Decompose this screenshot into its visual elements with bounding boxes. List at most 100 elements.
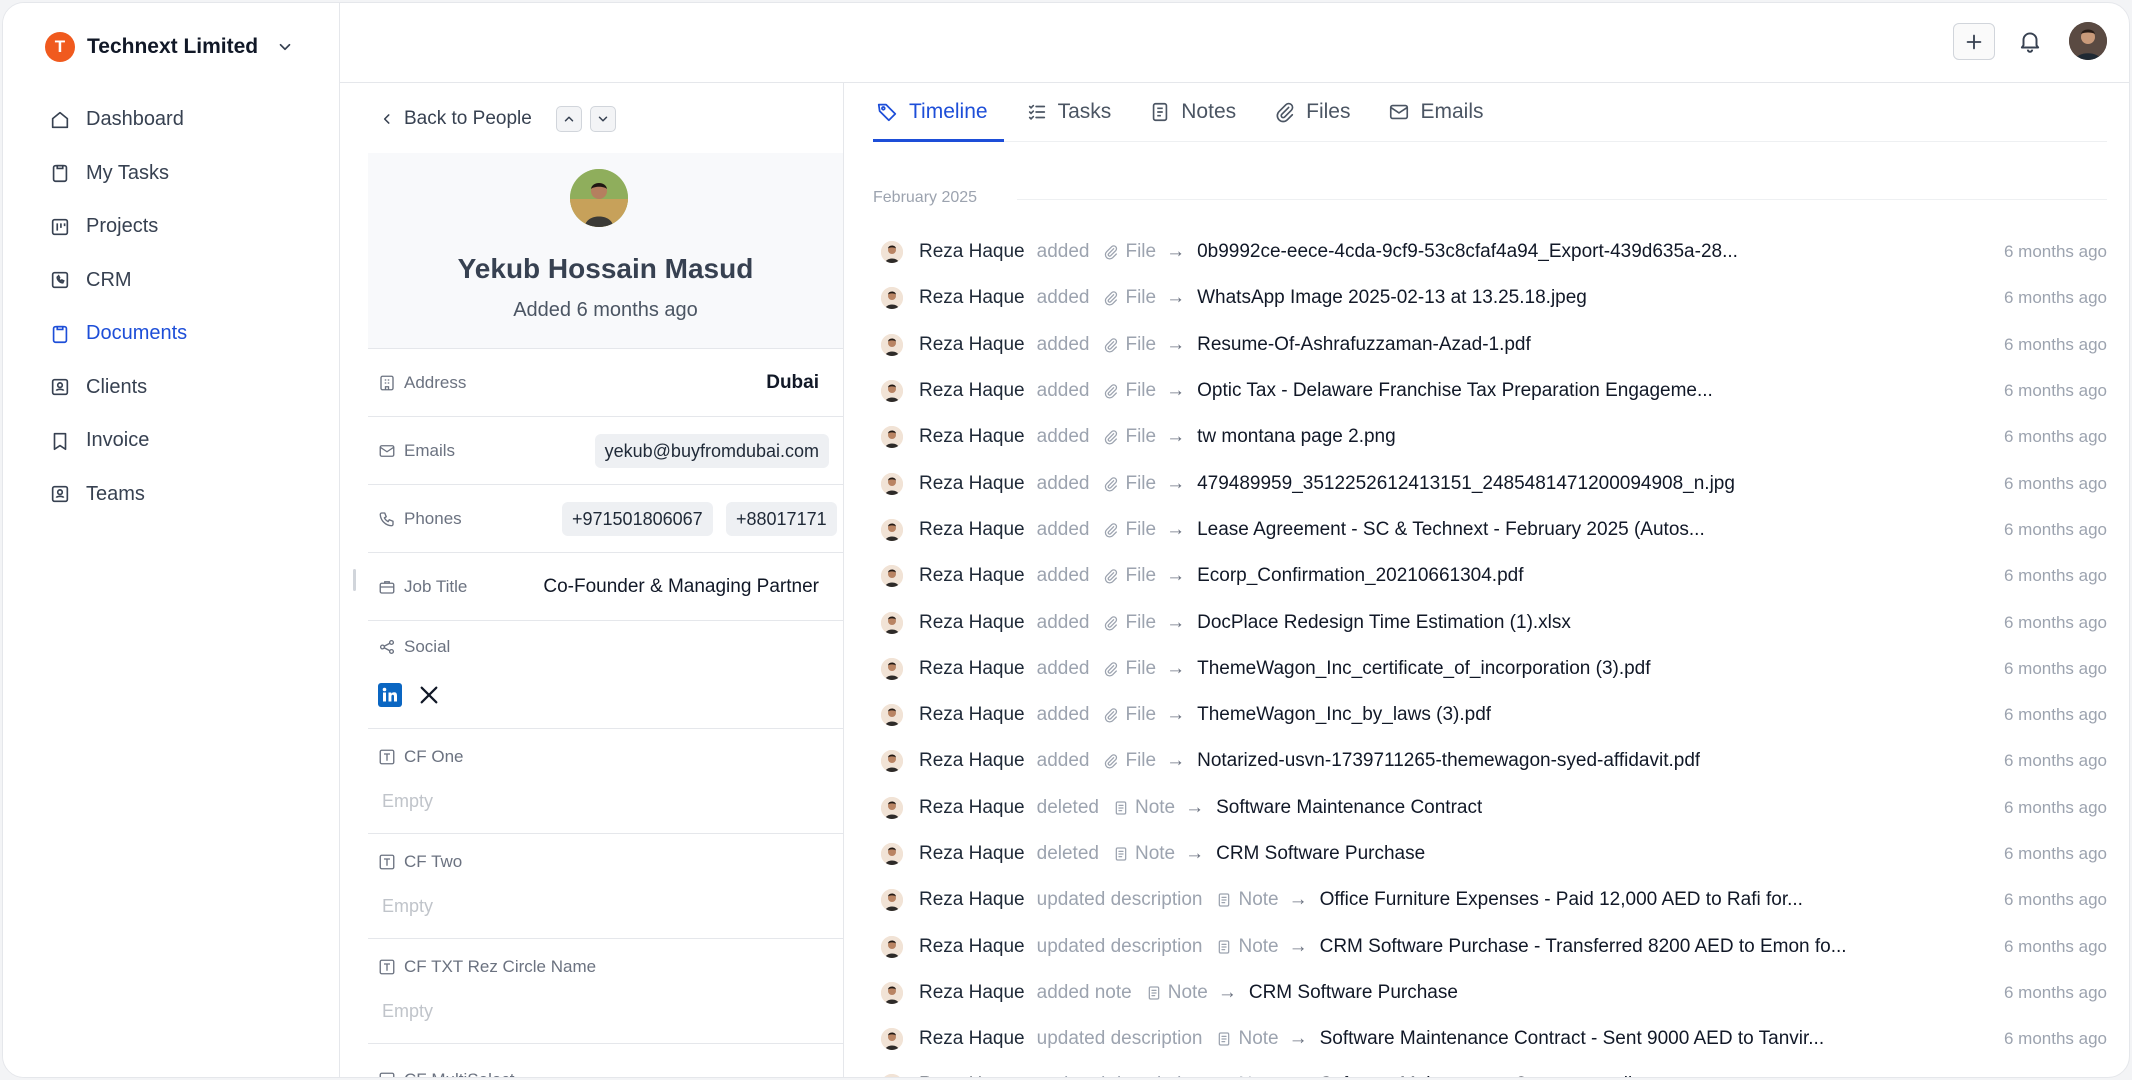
tab-files[interactable]: Files (1272, 82, 1352, 141)
timeline-row[interactable]: Reza Haque added File → Ecorp_Confirmati… (881, 553, 2107, 599)
activity-target[interactable]: DocPlace Redesign Time Estimation (1).xl… (1197, 612, 1571, 634)
timeline-row[interactable]: Reza Haque added File → WhatsApp Image 2… (881, 275, 2107, 321)
x-twitter-icon[interactable] (418, 684, 440, 706)
activity-user-name[interactable]: Reza Haque (919, 426, 1025, 448)
activity-target[interactable]: Software Maintenance Contract - null (1320, 1074, 1633, 1077)
activity-user-name[interactable]: Reza Haque (919, 241, 1025, 263)
sidebar-item-clients[interactable]: Clients (39, 361, 319, 415)
activity-user-name[interactable]: Reza Haque (919, 797, 1025, 819)
next-person-button[interactable] (589, 106, 616, 132)
timeline-row[interactable]: Reza Haque deleted Note → CRM Software P… (881, 831, 2107, 877)
activity-user-name[interactable]: Reza Haque (919, 519, 1025, 541)
activity-action: updated description (1036, 935, 1203, 957)
activity-target[interactable]: Optic Tax - Delaware Franchise Tax Prepa… (1197, 380, 1713, 402)
activity-target[interactable]: Office Furniture Expenses - Paid 12,000 … (1320, 889, 1803, 911)
timeline-row[interactable]: Reza Haque added note Note → CRM Softwar… (881, 970, 2107, 1016)
job-title-value[interactable]: Co-Founder & Managing Partner (543, 576, 819, 598)
tab-emails[interactable]: Emails (1386, 82, 1485, 141)
activity-target[interactable]: 479489959_3512252612413151_2485481471200… (1197, 473, 1735, 495)
sidebar-item-my-tasks[interactable]: My Tasks (39, 147, 319, 201)
timeline-row[interactable]: Reza Haque added File → Lease Agreement … (881, 507, 2107, 553)
activity-target[interactable]: CRM Software Purchase (1249, 982, 1458, 1004)
timeline-row[interactable]: Reza Haque deleted Note → Software Maint… (881, 785, 2107, 831)
arrow-right-icon: → (1217, 981, 1237, 1003)
paperclip-icon (1105, 337, 1118, 353)
phone-chip[interactable]: +971501806067 (562, 502, 713, 536)
activity-user-name[interactable]: Reza Haque (919, 287, 1025, 309)
panel-resize-handle[interactable] (353, 569, 356, 591)
timeline-row[interactable]: Reza Haque added File → ThemeWagon_Inc_c… (881, 646, 2107, 692)
phone-chip[interactable]: +88017171 (726, 502, 837, 536)
activity-user-name[interactable]: Reza Haque (919, 889, 1025, 911)
tab-tasks[interactable]: Tasks (1024, 82, 1114, 141)
add-button[interactable] (1953, 23, 1995, 60)
timeline-row[interactable]: Reza Haque updated description Note → Of… (881, 877, 2107, 923)
activity-target[interactable]: CRM Software Purchase (1216, 843, 1425, 865)
activity-user-name[interactable]: Reza Haque (919, 982, 1025, 1004)
bell-icon[interactable] (2017, 28, 2043, 54)
timeline-row[interactable]: Reza Haque added File → Optic Tax - Dela… (881, 368, 2107, 414)
back-to-people-link[interactable]: Back to People (380, 108, 532, 130)
activity-user-name[interactable]: Reza Haque (919, 565, 1025, 587)
user-avatar[interactable] (2069, 22, 2107, 60)
cf-one-value[interactable]: Empty (382, 791, 433, 812)
activity-target[interactable]: ThemeWagon_Inc_by_laws (3).pdf (1197, 704, 1491, 726)
activity-user-name[interactable]: Reza Haque (919, 334, 1025, 356)
timeline-row[interactable]: Reza Haque added File → tw montana page … (881, 414, 2107, 460)
address-value[interactable]: Dubai (766, 372, 819, 394)
user-photo-icon (881, 796, 903, 819)
activity-target[interactable]: WhatsApp Image 2025-02-13 at 13.25.18.jp… (1197, 287, 1587, 309)
activity-object-type-label: File (1125, 657, 1157, 679)
sidebar: T Technext Limited Dashboard My Tasks Pr… (3, 3, 340, 1077)
timeline-row[interactable]: Reza Haque added File → 0b9992ce-eece-4c… (881, 229, 2107, 275)
sidebar-item-documents[interactable]: Documents (39, 307, 319, 361)
activity-user-name[interactable]: Reza Haque (919, 936, 1025, 958)
activity-user-name[interactable]: Reza Haque (919, 1074, 1025, 1077)
activity-target[interactable]: Ecorp_Confirmation_20210661304.pdf (1197, 565, 1523, 587)
sidebar-item-crm[interactable]: CRM (39, 254, 319, 308)
sidebar-item-dashboard[interactable]: Dashboard (39, 93, 319, 147)
activity-target[interactable]: Software Maintenance Contract (1216, 797, 1482, 819)
timeline-row[interactable]: Reza Haque added File → ThemeWagon_Inc_b… (881, 692, 2107, 738)
activity-user-name[interactable]: Reza Haque (919, 612, 1025, 634)
timeline-row[interactable]: Reza Haque added File → Resume-Of-Ashraf… (881, 322, 2107, 368)
timeline-row[interactable]: Reza Haque added File → DocPlace Redesig… (881, 599, 2107, 645)
activity-target[interactable]: CRM Software Purchase - Transferred 8200… (1320, 936, 1847, 958)
mail-icon (1390, 104, 1409, 119)
workspace-switcher[interactable]: T Technext Limited (45, 31, 294, 63)
timeline-row[interactable]: Reza Haque updated description Note → So… (881, 1016, 2107, 1062)
activity-user-name[interactable]: Reza Haque (919, 1028, 1025, 1050)
activity-user-name[interactable]: Reza Haque (919, 843, 1025, 865)
timeline-row[interactable]: Reza Haque added File → 479489959_351225… (881, 460, 2107, 506)
activity-user-name[interactable]: Reza Haque (919, 658, 1025, 680)
activity-user-name[interactable]: Reza Haque (919, 704, 1025, 726)
timeline-row[interactable]: Reza Haque updated description Note → CR… (881, 923, 2107, 969)
activity-user-name[interactable]: Reza Haque (919, 380, 1025, 402)
linkedin-icon[interactable] (378, 683, 402, 707)
arrow-right-icon: → (1166, 426, 1186, 448)
activity-time: 6 months ago (2003, 288, 2107, 308)
email-chip[interactable]: yekub@buyfromdubai.com (594, 434, 829, 468)
activity-user-name[interactable]: Reza Haque (919, 750, 1025, 772)
sidebar-item-teams[interactable]: Teams (39, 468, 319, 522)
activity-object-type-label: File (1125, 426, 1157, 448)
activity-target[interactable]: Software Maintenance Contract - Sent 900… (1320, 1028, 1824, 1050)
cf-txt-value[interactable]: Empty (382, 1001, 433, 1022)
sidebar-item-projects[interactable]: Projects (39, 200, 319, 254)
tab-notes[interactable]: Notes (1147, 82, 1238, 141)
timeline-row[interactable]: Reza Haque added File → Notarized-usvn-1… (881, 738, 2107, 784)
activity-target[interactable]: tw montana page 2.png (1197, 426, 1396, 448)
sidebar-item-invoice[interactable]: Invoice (39, 414, 319, 468)
activity-target[interactable]: Notarized-usvn-1739711265-themewagon-sye… (1197, 750, 1700, 772)
activity-target[interactable]: Lease Agreement - SC & Technext - Februa… (1197, 519, 1705, 541)
activity-action: added (1036, 333, 1090, 355)
activity-user-name[interactable]: Reza Haque (919, 473, 1025, 495)
profile-avatar[interactable] (570, 169, 628, 227)
activity-target[interactable]: 0b9992ce-eece-4cda-9cf9-53c8cfaf4a94_Exp… (1197, 241, 1738, 263)
previous-person-button[interactable] (555, 106, 582, 132)
timeline-row[interactable]: Reza Haque updated description Note → So… (881, 1062, 2107, 1077)
activity-target[interactable]: Resume-Of-Ashrafuzzaman-Azad-1.pdf (1197, 334, 1531, 356)
tab-timeline[interactable]: Timeline (873, 82, 1004, 142)
activity-target[interactable]: ThemeWagon_Inc_certificate_of_incorporat… (1197, 658, 1650, 680)
cf-two-value[interactable]: Empty (382, 896, 433, 917)
